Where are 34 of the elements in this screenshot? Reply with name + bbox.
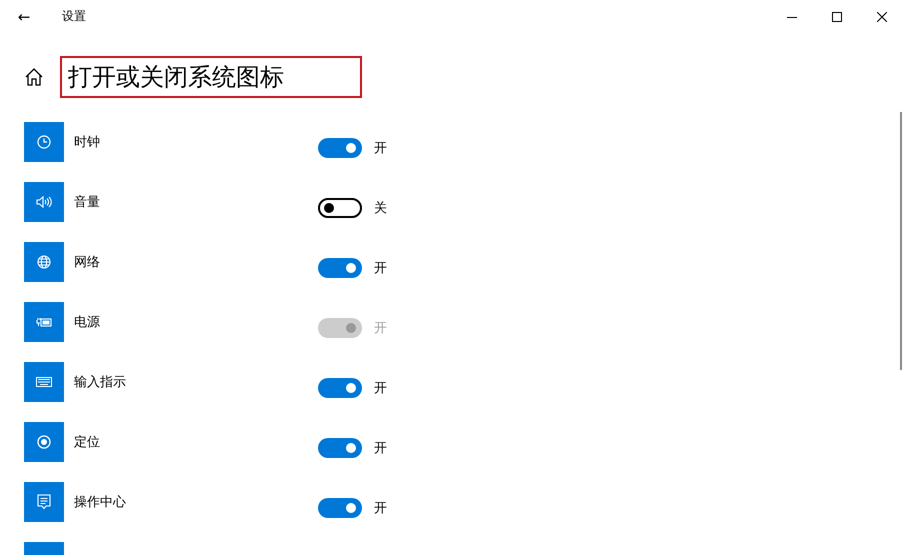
page-title: 打开或关闭系统图标 (68, 63, 284, 91)
home-icon[interactable] (24, 67, 44, 87)
toggle-switch[interactable] (318, 498, 362, 518)
toggle-switch[interactable] (318, 438, 362, 458)
scrollbar[interactable] (900, 112, 902, 370)
item-label: 电源 (74, 314, 101, 331)
toggle-switch[interactable] (318, 378, 362, 398)
clock-icon (37, 135, 51, 149)
close-icon[interactable] (876, 12, 886, 22)
toggle-switch[interactable] (318, 258, 362, 278)
maximize-icon[interactable] (832, 12, 842, 22)
item-label: 输入指示 (74, 374, 127, 391)
keyboard-icon (36, 377, 52, 387)
toggle-state-label: 开 (374, 500, 387, 517)
toggle-state-label: 开 (374, 260, 387, 277)
battery-plug-icon (36, 316, 52, 328)
item-label: 操作中心 (74, 494, 127, 511)
location-dot-icon (37, 435, 51, 449)
toggle-state-label: 开 (374, 440, 387, 457)
back-button[interactable]: ← (0, 8, 48, 26)
item-label: 定位 (74, 434, 101, 451)
toggle-state-label: 开 (374, 320, 387, 337)
globe-icon (37, 255, 51, 269)
toggle-state-label: 开 (374, 140, 387, 157)
message-icon (37, 494, 51, 510)
toggle-switch[interactable] (318, 198, 362, 218)
speaker-icon (36, 195, 52, 209)
toggle-switch[interactable] (318, 138, 362, 158)
item-label: 时钟 (74, 134, 101, 151)
toggle-state-label: 关 (374, 200, 387, 217)
item-label: 网络 (74, 254, 101, 271)
window-title: 设置 (62, 8, 86, 25)
toggle-state-label: 开 (374, 380, 387, 397)
item-label: 音量 (74, 194, 101, 211)
